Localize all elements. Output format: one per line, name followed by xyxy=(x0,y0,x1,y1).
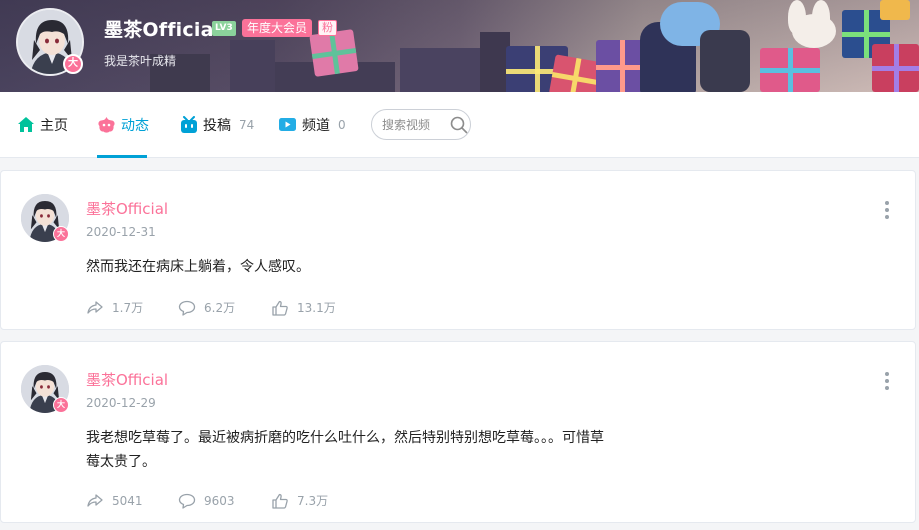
search-box xyxy=(371,109,471,140)
tab-home[interactable]: 主页 xyxy=(17,92,68,158)
comment-count: 9603 xyxy=(204,493,235,508)
post-content: 然而我还在病床上躺着，令人感叹。 xyxy=(86,259,310,275)
comment-button[interactable]: 9603 xyxy=(178,492,271,509)
search-input[interactable] xyxy=(382,117,448,132)
tab-posts[interactable]: 投稿 74 xyxy=(180,92,254,158)
vip-badge[interactable]: 年度大会员 xyxy=(242,19,313,37)
comment-icon xyxy=(178,300,196,316)
channels-icon xyxy=(278,117,297,133)
more-icon[interactable] xyxy=(883,199,891,221)
comment-button[interactable]: 6.2万 xyxy=(178,299,271,316)
dynamic-icon xyxy=(97,116,116,134)
active-tab-indicator xyxy=(97,155,147,158)
fan-badge[interactable]: 粉 xyxy=(318,20,337,36)
tab-home-label: 主页 xyxy=(40,118,68,134)
profile-sign: 我是茶叶成精 xyxy=(104,54,177,68)
share-button[interactable]: 5041 xyxy=(86,492,178,509)
tab-dynamic[interactable]: 动态 xyxy=(97,92,149,158)
tab-channels-count: 0 xyxy=(338,118,346,132)
profile-banner: 大 墨茶Official LV3 年度大会员 粉 我是茶叶成精 xyxy=(0,0,919,92)
post-date[interactable]: 2020-12-31 xyxy=(86,225,156,239)
post-card: 大 墨茶Official 2020-12-29 我老想吃草莓了。最近被病折磨的吃… xyxy=(0,341,916,523)
like-button[interactable]: 13.1万 xyxy=(271,299,336,316)
verified-badge: 大 xyxy=(63,54,83,74)
tab-channels[interactable]: 频道 0 xyxy=(278,92,346,158)
tab-posts-label: 投稿 xyxy=(203,118,231,134)
share-count: 1.7万 xyxy=(112,301,144,315)
posts-icon xyxy=(180,116,198,134)
post-date[interactable]: 2020-12-29 xyxy=(86,396,156,410)
share-icon xyxy=(87,300,103,314)
post-actions: 5041 9603 7.3万 xyxy=(86,492,328,509)
search-icon[interactable] xyxy=(450,116,468,134)
post-content: 我老想吃草莓了。最近被病折磨的吃什么吐什么，然后特别特别想吃草莓。。。可惜草莓太… xyxy=(86,430,604,470)
tab-dynamic-label: 动态 xyxy=(121,118,149,134)
share-count: 5041 xyxy=(112,493,143,508)
like-count: 13.1万 xyxy=(297,301,336,315)
verified-badge: 大 xyxy=(53,397,69,413)
comment-icon xyxy=(178,493,196,509)
more-icon[interactable] xyxy=(883,370,891,392)
comment-count: 6.2万 xyxy=(204,301,236,315)
profile-name: 墨茶Official xyxy=(104,19,221,41)
post-author[interactable]: 墨茶Official xyxy=(86,369,168,390)
like-count: 7.3万 xyxy=(297,494,329,508)
post-author[interactable]: 墨茶Official xyxy=(86,198,168,219)
tab-channels-label: 频道 xyxy=(302,118,330,134)
like-button[interactable]: 7.3万 xyxy=(271,492,328,509)
like-icon xyxy=(272,493,288,509)
post-actions: 1.7万 6.2万 13.1万 xyxy=(86,299,336,316)
home-icon xyxy=(17,116,35,134)
level-badge: LV3 xyxy=(212,21,236,36)
tab-posts-count: 74 xyxy=(239,118,255,132)
share-icon xyxy=(87,493,103,507)
verified-badge: 大 xyxy=(53,226,69,242)
post-card: 大 墨茶Official 2020-12-31 然而我还在病床上躺着，令人感叹。… xyxy=(0,170,916,330)
share-button[interactable]: 1.7万 xyxy=(86,299,178,316)
like-icon xyxy=(272,300,288,316)
